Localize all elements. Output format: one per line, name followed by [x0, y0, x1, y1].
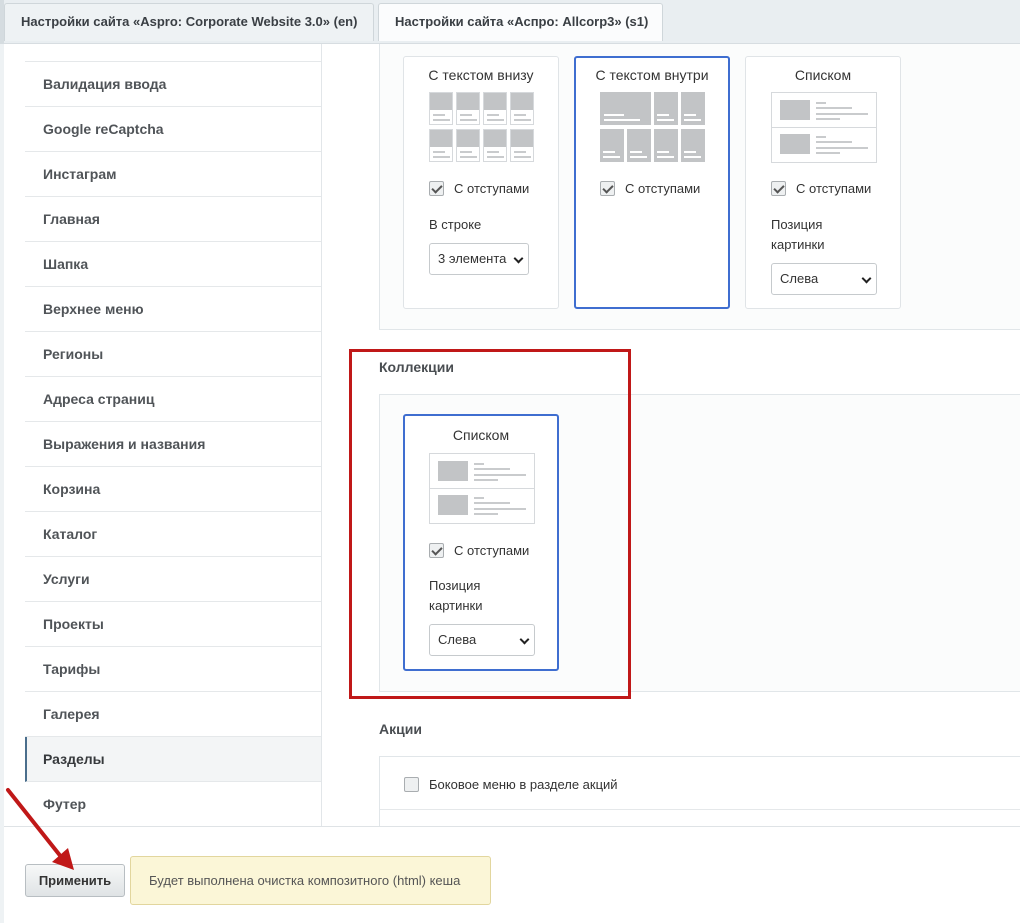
- image-position-select[interactable]: Слева: [429, 624, 535, 656]
- select-label: Позиция картинки: [771, 217, 825, 252]
- collections-card-list[interactable]: Списком С отступами Позиция картинки Сле…: [403, 414, 559, 671]
- select-value: Слева: [438, 632, 477, 647]
- select-label: В строке: [429, 217, 482, 232]
- apply-button[interactable]: Применить: [25, 864, 125, 897]
- checkbox-label: С отступами: [454, 181, 530, 196]
- tile-preview-icon: [600, 92, 706, 162]
- sidebar-item-header[interactable]: Шапка: [25, 242, 321, 287]
- sidebar-item-sections[interactable]: Разделы: [25, 737, 321, 782]
- checkbox-label: С отступами: [454, 543, 530, 558]
- sidebar-item-instagram[interactable]: Инстаграм: [25, 152, 321, 197]
- list-preview-icon: [429, 453, 535, 524]
- tab-site-s1[interactable]: Настройки сайта «Аспро: Allcorp3» (s1): [378, 3, 663, 41]
- collections-title: Коллекции: [379, 359, 454, 375]
- sidebar-item-partial[interactable]: [25, 44, 321, 62]
- checkbox-label: С отступами: [796, 181, 872, 196]
- chevron-down-icon: [519, 634, 530, 645]
- sidebar-item-top-menu[interactable]: Верхнее меню: [25, 287, 321, 332]
- chevron-down-icon: [861, 273, 872, 284]
- items-per-row-select[interactable]: 3 элемента: [429, 243, 529, 275]
- sidebar-item-catalog[interactable]: Каталог: [25, 512, 321, 557]
- checkbox-label: Боковое меню в разделе акций: [429, 777, 618, 792]
- view-card-list[interactable]: Списком С отступами Позиция картинки Сле…: [745, 56, 901, 309]
- card-title: Списком: [794, 67, 852, 83]
- card-title: С текстом внизу: [428, 67, 534, 83]
- checkbox-checked-icon: [429, 181, 444, 196]
- checkbox-checked-icon: [429, 543, 444, 558]
- promotions-title: Акции: [379, 721, 422, 737]
- sidebar-item-services[interactable]: Услуги: [25, 557, 321, 602]
- sidebar-item-tariffs[interactable]: Тарифы: [25, 647, 321, 692]
- chevron-down-icon: [513, 253, 524, 264]
- select-value: 3 элемента: [438, 251, 507, 266]
- select-value: Слева: [780, 271, 819, 286]
- sidebar-item-phrases[interactable]: Выражения и названия: [25, 422, 321, 467]
- card-title: С текстом внутри: [595, 67, 709, 83]
- margins-checkbox[interactable]: С отступами: [429, 543, 529, 558]
- settings-content: Валидация ввода Google reCaptcha Инстагр…: [4, 44, 1020, 826]
- select-label: Позиция картинки: [429, 578, 483, 613]
- grid-preview-icon: [429, 92, 535, 162]
- sidebar: Валидация ввода Google reCaptcha Инстагр…: [25, 44, 322, 826]
- checkbox-label: С отступами: [625, 181, 701, 196]
- sidebar-item-projects[interactable]: Проекты: [25, 602, 321, 647]
- sidebar-item-recaptcha[interactable]: Google reCaptcha: [25, 107, 321, 152]
- view-card-text-below[interactable]: С текстом внизу С отступами В строке 3 э…: [403, 56, 559, 309]
- tab-bar: Настройки сайта «Aspro: Corporate Websit…: [0, 0, 1020, 44]
- cache-notice: Будет выполнена очистка композитного (ht…: [130, 856, 491, 905]
- sidebar-item-input-validation[interactable]: Валидация ввода: [25, 62, 321, 107]
- margins-checkbox[interactable]: С отступами: [429, 181, 529, 196]
- list-preview-icon: [771, 92, 877, 163]
- bottom-action-bar: Применить Будет выполнена очистка композ…: [4, 826, 1020, 923]
- view-card-text-inside[interactable]: С текстом внутри С отступами: [574, 56, 730, 309]
- promo-side-menu-checkbox[interactable]: Боковое меню в разделе акций: [404, 777, 618, 792]
- sidebar-item-regions[interactable]: Регионы: [25, 332, 321, 377]
- margins-checkbox[interactable]: С отступами: [771, 181, 871, 196]
- sidebar-item-page-addresses[interactable]: Адреса страниц: [25, 377, 321, 422]
- sidebar-item-cart[interactable]: Корзина: [25, 467, 321, 512]
- image-position-select[interactable]: Слева: [771, 263, 877, 295]
- tab-site-en[interactable]: Настройки сайта «Aspro: Corporate Websit…: [4, 3, 375, 41]
- sidebar-item-footer[interactable]: Футер: [25, 782, 321, 826]
- card-title: Списком: [452, 427, 510, 443]
- checkbox-checked-icon: [771, 181, 786, 196]
- sidebar-item-gallery[interactable]: Галерея: [25, 692, 321, 737]
- margins-checkbox[interactable]: С отступами: [600, 181, 700, 196]
- checkbox-unchecked-icon: [404, 777, 419, 792]
- sidebar-item-main[interactable]: Главная: [25, 197, 321, 242]
- checkbox-checked-icon: [600, 181, 615, 196]
